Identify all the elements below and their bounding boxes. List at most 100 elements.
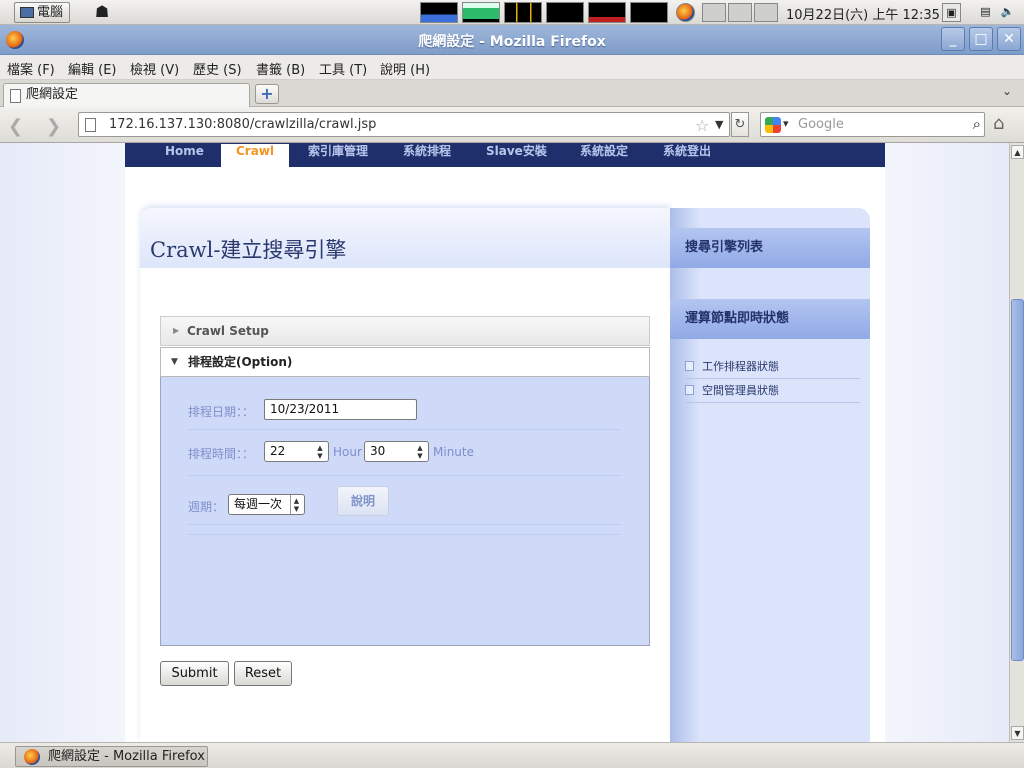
accordion-label: Crawl Setup	[187, 324, 269, 338]
period-row: 週期： 每週一次 ▲ ▼ 說明	[188, 486, 621, 525]
site-nav: Home Crawl 索引庫管理 系統排程 Slave安裝 系統設定 系統登出	[125, 143, 885, 167]
nav-home[interactable]: Home	[165, 144, 204, 167]
navigation-bar: ❮ ❯ 172.16.137.130:8080/crawlzilla/crawl…	[0, 107, 1024, 143]
tab-list-chevron-icon[interactable]: ⌄	[1002, 84, 1012, 98]
swap-monitor	[546, 2, 584, 23]
network-monitor	[504, 2, 542, 23]
home-icon[interactable]: ⌂	[993, 113, 1004, 134]
search-icon[interactable]: ⌕	[973, 115, 981, 133]
period-value: 每週一次	[234, 497, 283, 511]
nav-scheduling[interactable]: 系統排程	[403, 144, 451, 167]
page-viewport: Home Crawl 索引庫管理 系統排程 Slave安裝 系統設定 系統登出 …	[0, 143, 1009, 742]
scroll-thumb[interactable]	[1011, 299, 1024, 661]
screenshot-icon[interactable]: ▣	[942, 3, 961, 22]
bottom-panel: 爬網設定 - Mozilla Firefox	[0, 742, 1024, 768]
google-engine-icon[interactable]	[765, 117, 781, 133]
clock[interactable]: 10月22日(六) 上午 12:35	[786, 4, 940, 23]
main-content: Crawl-建立搜尋引擎 ▶ Crawl Setup ▼ 排程設定(Option…	[140, 208, 670, 742]
search-input[interactable]: ▾ Google ⌕	[760, 112, 985, 137]
close-button[interactable]: ✕	[997, 27, 1021, 51]
date-row: 排程日期：： 10/23/2011	[188, 398, 621, 430]
url-text: 172.16.137.130:8080/crawlzilla/crawl.jsp	[109, 117, 377, 132]
sidebar-link-namenode[interactable]: 空間管理員狀態	[685, 379, 860, 403]
nav-logout[interactable]: 系統登出	[663, 144, 711, 167]
menu-file[interactable]: 檔案 (F)	[7, 59, 55, 78]
time-row: 排程時間：： 22 ▲ ▼ Hour 30 ▲ ▼ Minute	[188, 441, 621, 476]
explain-button[interactable]: 說明	[337, 486, 389, 516]
workspace-2[interactable]	[728, 3, 752, 22]
nav-slave-install[interactable]: Slave安裝	[486, 144, 547, 167]
url-bar[interactable]: 172.16.137.130:8080/crawlzilla/crawl.jsp…	[78, 112, 730, 137]
accordion-schedule-option[interactable]: ▼ 排程設定(Option)	[160, 347, 650, 377]
back-arrow-icon[interactable]: ❮	[8, 116, 23, 137]
new-tab-button[interactable]: +	[255, 84, 279, 104]
menu-view[interactable]: 檢視 (V)	[130, 59, 179, 78]
scroll-down-arrow-icon[interactable]: ▼	[1011, 726, 1024, 740]
bookmark-star-icon[interactable]: ☆	[695, 116, 709, 135]
taskbar-item-label: 爬網設定 - Mozilla Firefox	[48, 749, 205, 764]
document-icon	[685, 385, 694, 395]
menu-history[interactable]: 歷史 (S)	[193, 59, 242, 78]
time-label: 排程時間：：	[188, 447, 255, 461]
menubar: 檔案 (F) 編輯 (E) 檢視 (V) 歷史 (S) 書籤 (B) 工具 (T…	[0, 55, 1024, 80]
nav-crawl[interactable]: Crawl	[221, 144, 290, 167]
hour-value: 22	[270, 444, 286, 458]
window-title: 爬網設定 - Mozilla Firefox	[418, 34, 606, 50]
nav-index-management[interactable]: 索引庫管理	[308, 144, 368, 167]
minute-stepper[interactable]: 30 ▲ ▼	[364, 441, 429, 462]
workspace-3[interactable]	[754, 3, 778, 22]
sidebar-link-jobtracker[interactable]: 工作排程器狀態	[685, 355, 860, 379]
window-titlebar: 爬網設定 - Mozilla Firefox _ □ ✕	[0, 25, 1024, 55]
page-icon	[85, 118, 96, 132]
accordion-crawl-setup[interactable]: ▶ Crawl Setup	[160, 316, 650, 346]
firefox-icon	[24, 749, 40, 765]
updown-icon[interactable]: ▲ ▼	[414, 442, 426, 461]
hour-stepper[interactable]: 22 ▲ ▼	[264, 441, 329, 462]
minimize-button[interactable]: _	[941, 27, 965, 51]
menu-edit[interactable]: 編輯 (E)	[68, 59, 117, 78]
sidebar-heading-engine-list[interactable]: 搜尋引擎列表	[670, 228, 870, 268]
display-icon[interactable]: ▤	[976, 3, 995, 22]
sidebar-link-label: 空間管理員狀態	[702, 384, 779, 397]
vertical-scrollbar[interactable]: ▲ ▼	[1009, 143, 1024, 742]
page-container: Home Crawl 索引庫管理 系統排程 Slave安裝 系統設定 系統登出 …	[125, 143, 885, 742]
period-label: 週期：	[188, 500, 225, 514]
triangle-down-icon: ▼	[171, 357, 178, 367]
forward-arrow-icon[interactable]: ❯	[46, 116, 61, 137]
reset-button[interactable]: Reset	[234, 661, 292, 686]
url-dropdown-icon[interactable]: ▼	[715, 118, 723, 131]
computer-icon	[20, 7, 34, 18]
page-title: Crawl-建立搜尋引擎	[150, 238, 347, 262]
gnome-foot-icon[interactable]: ☗	[92, 2, 112, 22]
workspace-1[interactable]	[702, 3, 726, 22]
hour-unit: Hour	[333, 445, 362, 459]
reload-icon[interactable]: ↻	[731, 112, 749, 137]
firefox-launcher-icon[interactable]	[676, 3, 695, 22]
triangle-right-icon: ▶	[173, 326, 180, 335]
maximize-button[interactable]: □	[969, 27, 993, 51]
computer-label: 電腦	[37, 5, 64, 20]
taskbar-item-firefox[interactable]: 爬網設定 - Mozilla Firefox	[15, 746, 208, 767]
minute-value: 30	[370, 444, 386, 458]
accordion-label: 排程設定(Option)	[188, 355, 293, 369]
date-input[interactable]: 10/23/2011	[264, 399, 417, 420]
volume-icon[interactable]: 🔈	[998, 3, 1017, 22]
page-background-left	[0, 143, 125, 742]
menu-help[interactable]: 說明 (H)	[380, 59, 430, 78]
nav-system-settings[interactable]: 系統設定	[580, 144, 628, 167]
form-divider	[188, 525, 621, 535]
engine-dropdown-icon[interactable]: ▾	[783, 117, 789, 130]
scroll-up-arrow-icon[interactable]: ▲	[1011, 145, 1024, 159]
right-sidebar: 搜尋引擎列表 運算節點即時狀態 工作排程器狀態 空間管理員狀態	[670, 208, 870, 742]
updown-icon[interactable]: ▲ ▼	[314, 442, 326, 461]
sidebar-heading-node-status: 運算節點即時狀態	[670, 299, 870, 339]
menu-tools[interactable]: 工具 (T)	[319, 59, 367, 78]
computer-menu-button[interactable]: 電腦	[14, 2, 70, 23]
tab-active[interactable]: 爬網設定	[3, 83, 250, 108]
document-icon	[685, 361, 694, 371]
disk-monitor	[630, 2, 668, 23]
menu-bookmarks[interactable]: 書籤 (B)	[256, 59, 305, 78]
submit-button[interactable]: Submit	[160, 661, 229, 686]
updown-icon: ▲ ▼	[290, 495, 302, 514]
period-select[interactable]: 每週一次 ▲ ▼	[228, 494, 305, 515]
